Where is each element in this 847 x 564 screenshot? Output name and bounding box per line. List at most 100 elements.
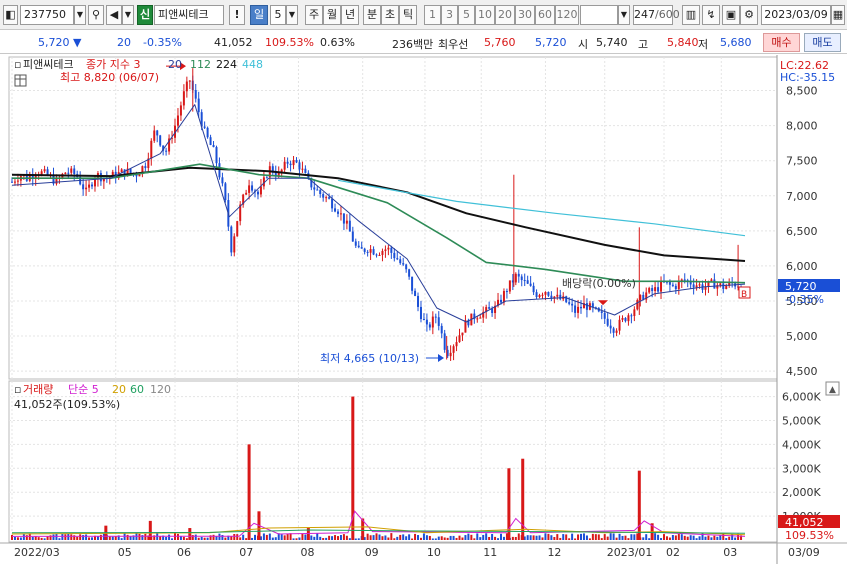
toolbar: ◧ 237750 ▼ ⚲ ◀ ▼ 신 피앤씨테크 ! 일 5 ▼ 주 월 년 분… bbox=[0, 0, 847, 30]
alert-button[interactable]: ! bbox=[229, 5, 245, 25]
volume-bar bbox=[138, 533, 141, 540]
buy-button[interactable]: 매수 bbox=[763, 33, 800, 52]
calendar-icon[interactable]: ▦ bbox=[831, 5, 845, 25]
volume-bar bbox=[283, 535, 286, 540]
volume-bar bbox=[22, 534, 25, 540]
candle-body bbox=[491, 308, 494, 314]
volume-bar bbox=[381, 536, 384, 540]
volume-bar bbox=[660, 538, 663, 540]
period-minute-button[interactable]: 분 bbox=[363, 5, 381, 25]
interval-120-button[interactable]: 120 bbox=[555, 5, 579, 25]
candle-type-icon[interactable]: ▥ bbox=[682, 5, 700, 25]
interval-60-button[interactable]: 60 bbox=[535, 5, 555, 25]
period-daily-button[interactable]: 일 bbox=[250, 5, 268, 25]
volume-bar bbox=[556, 534, 559, 540]
trade-amount: 236백만 bbox=[392, 38, 434, 51]
volume-bar bbox=[473, 538, 476, 540]
interval-30-button[interactable]: 30 bbox=[515, 5, 535, 25]
volume-bar bbox=[236, 534, 239, 540]
price-tick-label: 8,500 bbox=[786, 85, 818, 98]
candle-body bbox=[713, 279, 716, 289]
candle-body bbox=[411, 276, 414, 291]
volume-bar bbox=[322, 538, 325, 540]
candle-body bbox=[354, 241, 357, 246]
candle-body bbox=[559, 294, 562, 300]
volume-bar bbox=[218, 533, 221, 540]
volume-bar bbox=[179, 536, 182, 540]
volume-bar bbox=[203, 537, 206, 540]
volume-bar bbox=[615, 537, 618, 540]
settings-icon[interactable]: ⚙ bbox=[740, 5, 758, 25]
volume-bar bbox=[206, 537, 209, 540]
period-weekly-button[interactable]: 주 bbox=[305, 5, 323, 25]
volume-bar bbox=[419, 537, 422, 540]
interval-10-button[interactable]: 10 bbox=[475, 5, 495, 25]
volume-bar-spike bbox=[247, 444, 251, 540]
candle-body bbox=[245, 192, 248, 195]
volume-bar bbox=[476, 533, 479, 540]
date-tick-label: 06 bbox=[177, 546, 191, 559]
candle-body bbox=[710, 279, 713, 281]
volume-bar bbox=[336, 536, 339, 540]
candle-body bbox=[292, 160, 295, 166]
volume-bar bbox=[313, 536, 316, 540]
best-ask: 5,760 bbox=[484, 36, 516, 49]
volume-panel-collapse-glyph: ▲ bbox=[829, 385, 836, 395]
period-monthly-button[interactable]: 월 bbox=[323, 5, 341, 25]
candle-body bbox=[529, 283, 532, 286]
candle-body bbox=[372, 249, 375, 255]
volume-bar bbox=[633, 534, 636, 540]
search-icon[interactable]: ⚲ bbox=[88, 5, 104, 25]
period-count-input[interactable]: 5 bbox=[270, 5, 286, 25]
code-dropdown-icon[interactable]: ▼ bbox=[74, 5, 86, 25]
candle-body bbox=[289, 163, 292, 166]
legend-vol-ma20: 20 bbox=[112, 383, 126, 396]
candle-body bbox=[523, 280, 526, 282]
candle-body bbox=[179, 105, 182, 116]
candle-body bbox=[671, 284, 674, 286]
volume-bar bbox=[245, 538, 248, 540]
period-tick-button[interactable]: 틱 bbox=[399, 5, 417, 25]
candle-body bbox=[369, 249, 372, 253]
volume-bar bbox=[43, 538, 46, 540]
candle-body bbox=[476, 318, 479, 320]
interval-3-button[interactable]: 3 bbox=[441, 5, 458, 25]
speaker-icon[interactable]: ◀ bbox=[106, 5, 122, 25]
interval-dropdown-icon[interactable]: ▼ bbox=[618, 5, 630, 25]
sell-button[interactable]: 매도 bbox=[804, 33, 841, 52]
period-count-dropdown-icon[interactable]: ▼ bbox=[286, 5, 298, 25]
candle-body bbox=[230, 226, 233, 253]
volume-bar bbox=[194, 534, 197, 540]
interval-20-button[interactable]: 20 bbox=[495, 5, 515, 25]
volume-bar bbox=[298, 537, 301, 540]
candle-body bbox=[215, 147, 218, 164]
indicator-icon[interactable]: ↯ bbox=[702, 5, 720, 25]
volume-bar bbox=[511, 536, 514, 540]
interval-1-button[interactable]: 1 bbox=[424, 5, 441, 25]
menu-icon[interactable]: ◧ bbox=[3, 5, 18, 25]
volume-bar bbox=[233, 534, 236, 540]
candle-body bbox=[176, 115, 179, 126]
save-icon[interactable]: ▣ bbox=[722, 5, 740, 25]
stock-name: 피앤씨테크 bbox=[154, 5, 224, 25]
range-input[interactable]: 247/600 bbox=[633, 5, 680, 25]
stock-code-input[interactable]: 237750 bbox=[20, 5, 74, 25]
best-bid: 5,720 bbox=[535, 36, 567, 49]
period-second-button[interactable]: 초 bbox=[381, 5, 399, 25]
chart-area[interactable]: 8,5008,0007,5007,0006,5006,0005,5005,000… bbox=[0, 55, 847, 564]
interval-5-button[interactable]: 5 bbox=[458, 5, 475, 25]
current-change-text: -0.35% bbox=[785, 293, 824, 306]
period-yearly-button[interactable]: 년 bbox=[341, 5, 359, 25]
volume-bar bbox=[606, 536, 609, 540]
interval-custom-input[interactable] bbox=[580, 5, 618, 25]
candle-body bbox=[206, 127, 209, 138]
candle-body bbox=[43, 169, 46, 172]
candle-body bbox=[73, 168, 76, 175]
current-volume-ratio: 109.53% bbox=[785, 529, 834, 542]
date-input[interactable]: 2023/03/09 bbox=[761, 5, 831, 25]
speaker-dropdown-icon[interactable]: ▼ bbox=[122, 5, 134, 25]
volume-bar bbox=[728, 536, 731, 540]
change-arrow: ▼ bbox=[73, 36, 82, 49]
volume-bar bbox=[526, 535, 529, 540]
volume-bar bbox=[384, 535, 387, 540]
